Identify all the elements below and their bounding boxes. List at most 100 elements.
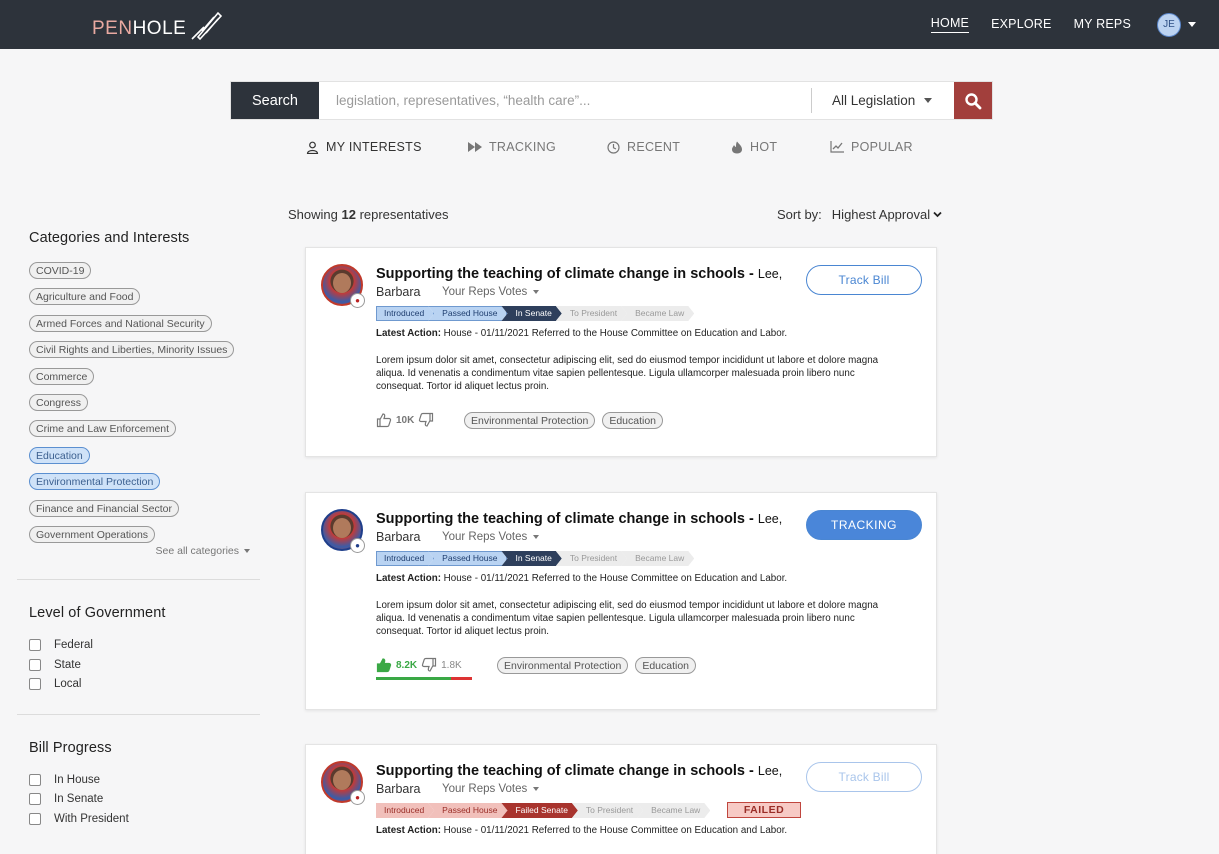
thumbs-up-icon[interactable] (376, 412, 392, 428)
bill-title-text: Supporting the teaching of climate chang… (376, 511, 758, 527)
bill-tag[interactable]: Environmental Protection (497, 657, 629, 674)
nav-home[interactable]: HOME (930, 16, 970, 33)
category-chip-selected[interactable]: Education (29, 446, 90, 464)
checkbox-label: Local (54, 678, 82, 691)
government-level-options: Federal State Local (17, 635, 260, 694)
bill-tag[interactable]: Education (635, 657, 697, 674)
filter-in-house[interactable]: In House (29, 770, 260, 790)
bill-title[interactable]: Supporting the teaching of climate chang… (376, 763, 782, 779)
category-chip[interactable]: Civil Rights and Liberties, Minority Iss… (29, 341, 235, 359)
bill-progress-options: In House In Senate With President (17, 770, 260, 829)
chevron-down-icon (924, 98, 933, 103)
progress-step: To President (556, 551, 627, 566)
bill-title[interactable]: Supporting the teaching of climate chang… (376, 266, 782, 282)
bill-tag[interactable]: Environmental Protection (464, 412, 596, 429)
rep-avatar[interactable]: ● (321, 761, 365, 805)
rep-votes-dropdown[interactable]: Your Reps Votes (442, 286, 540, 298)
sort-control[interactable]: Sort by: Highest Approval (777, 207, 942, 222)
rep-votes-dropdown[interactable]: Your Reps Votes (442, 531, 540, 543)
upvote-count: 10K (396, 414, 415, 426)
search-input[interactable] (319, 82, 811, 119)
category-chip[interactable]: COVID-19 (29, 262, 92, 279)
rep-avatar[interactable]: ● (321, 509, 365, 553)
thumbs-down-icon[interactable] (421, 657, 437, 673)
category-chip-selected[interactable]: Environmental Protection (29, 473, 161, 491)
checkbox[interactable] (29, 813, 41, 826)
category-chip[interactable]: Commerce (29, 367, 95, 385)
approval-bar-fill (376, 677, 451, 680)
vote-controls: 8.2K 1.8K (376, 657, 462, 673)
tab-my-interests[interactable]: MY INTERESTS (306, 140, 422, 154)
bill-author-last[interactable]: Barbara (376, 530, 420, 544)
chevron-down-icon[interactable] (1188, 22, 1196, 27)
nav-my-reps[interactable]: MY REPS (1074, 17, 1131, 33)
progress-step: Introduced (376, 306, 434, 321)
bill-tag[interactable]: Education (602, 412, 664, 429)
progress-step: Passed House (428, 803, 507, 818)
tab-hot[interactable]: HOT (731, 140, 777, 154)
approval-bar (376, 677, 472, 680)
bill-card[interactable]: ● Supporting the teaching of climate cha… (305, 247, 937, 457)
bill-title[interactable]: Supporting the teaching of climate chang… (376, 511, 782, 527)
tab-popular[interactable]: POPULAR (830, 140, 913, 154)
progress-step-failed: Failed Senate (501, 803, 577, 818)
bill-author-last[interactable]: Barbara (376, 285, 420, 299)
tab-tracking[interactable]: TRACKING (468, 140, 556, 154)
checkbox[interactable] (29, 678, 41, 691)
thumbs-down-icon[interactable] (418, 412, 434, 428)
bill-author[interactable]: Lee, (758, 512, 782, 526)
checkbox[interactable] (29, 639, 41, 652)
brand-logo[interactable]: PEN HOLE (92, 11, 224, 43)
top-navbar: PEN HOLE HOME EXPLORE MY REPS JE (0, 0, 1219, 49)
thumbs-up-icon[interactable] (376, 657, 392, 673)
checkbox[interactable] (29, 793, 41, 806)
clock-icon (607, 140, 620, 154)
logo-text-hole: HOLE (132, 18, 187, 39)
bill-tags: Environmental Protection Education (497, 657, 703, 674)
latest-action-label: Latest Action: (376, 328, 441, 339)
filter-state[interactable]: State (29, 655, 260, 675)
category-chip[interactable]: Agriculture and Food (29, 288, 141, 306)
tab-recent[interactable]: RECENT (607, 140, 680, 154)
search-label-button[interactable]: Search (231, 82, 319, 119)
category-chip[interactable]: Crime and Law Enforcement (29, 420, 177, 438)
progress-step: Passed House (428, 551, 507, 566)
filter-sidebar: Categories and Interests COVID-19 Agricu… (17, 230, 260, 829)
progress-step: Became Law (637, 803, 710, 818)
bill-author[interactable]: Lee, (758, 267, 782, 281)
filter-local[interactable]: Local (29, 674, 260, 694)
bill-card[interactable]: ● Supporting the teaching of climate cha… (305, 492, 937, 710)
legislation-scope-select[interactable]: All Legislation (812, 82, 954, 119)
latest-action-text: House - 01/11/2021 Referred to the House… (440, 328, 788, 339)
track-bill-button[interactable]: Track Bill (806, 265, 922, 295)
tab-label: HOT (750, 140, 778, 154)
checkbox[interactable] (29, 773, 41, 786)
category-chip[interactable]: Armed Forces and National Security (29, 314, 212, 332)
category-chip[interactable]: Government Operations (29, 525, 156, 543)
filter-with-president[interactable]: With President (29, 809, 260, 829)
track-bill-button-disabled: Track Bill (806, 762, 922, 792)
user-avatar[interactable]: JE (1157, 12, 1181, 37)
filter-in-senate[interactable]: In Senate (29, 790, 260, 810)
search-submit-button[interactable] (954, 82, 992, 119)
checkbox-label: In Senate (54, 793, 104, 806)
bill-author-last[interactable]: Barbara (376, 782, 420, 796)
nav-explore[interactable]: EXPLORE (991, 17, 1051, 33)
latest-action: Latest Action: House - 01/11/2021 Referr… (376, 328, 787, 339)
category-chip-list: COVID-19 Agriculture and Food Armed Forc… (29, 261, 260, 551)
chevron-down-icon (533, 535, 540, 539)
tab-label: POPULAR (851, 140, 913, 154)
bill-tags: Environmental Protection Education (464, 412, 670, 429)
rep-votes-label: Your Reps Votes (442, 531, 528, 543)
rep-avatar[interactable]: ● (321, 264, 365, 308)
category-chip[interactable]: Congress (29, 393, 88, 411)
tracking-button[interactable]: TRACKING (806, 510, 922, 540)
checkbox[interactable] (29, 658, 41, 671)
latest-action: Latest Action: House - 01/11/2021 Referr… (376, 825, 787, 836)
bill-card[interactable]: ● Supporting the teaching of climate cha… (305, 744, 937, 854)
bill-author[interactable]: Lee, (758, 764, 782, 778)
filter-federal[interactable]: Federal (29, 635, 260, 655)
rep-votes-dropdown[interactable]: Your Reps Votes (442, 783, 540, 795)
tab-label: TRACKING (489, 140, 556, 154)
category-chip[interactable]: Finance and Financial Sector (29, 499, 179, 517)
